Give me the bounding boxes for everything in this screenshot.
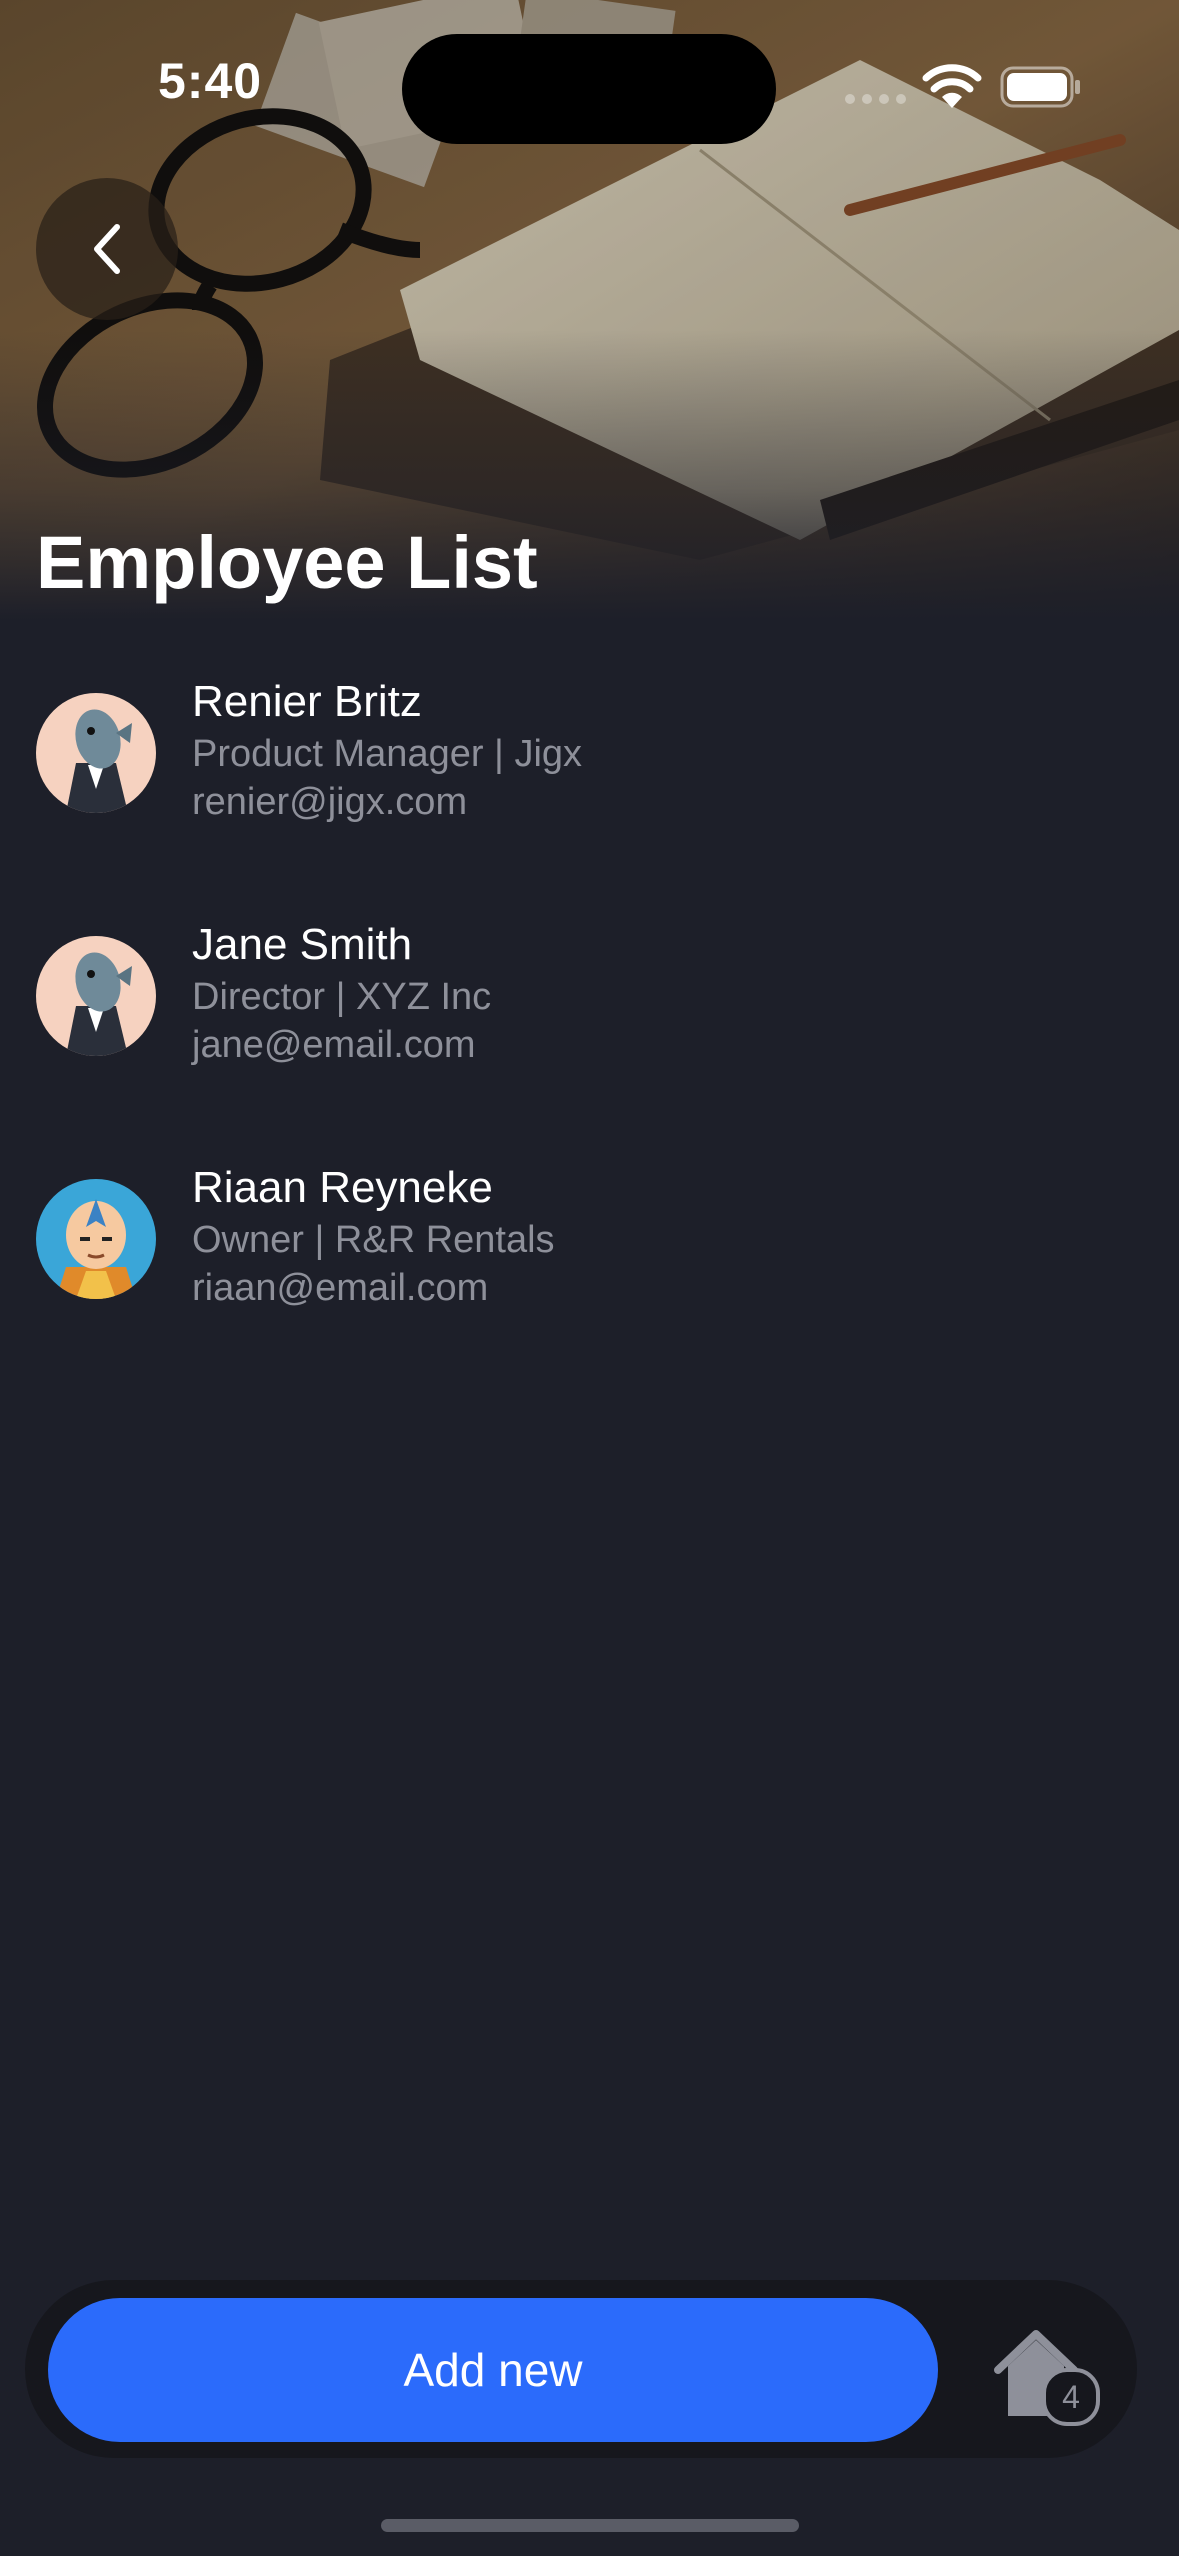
employee-role: Owner | R&R Rentals bbox=[192, 1219, 555, 1261]
list-item[interactable]: Jane Smith Director | XYZ Inc jane@email… bbox=[0, 908, 1179, 1108]
employee-role: Director | XYZ Inc bbox=[192, 976, 492, 1018]
employee-name: Renier Britz bbox=[192, 677, 422, 726]
notification-badge: 4 bbox=[1042, 2368, 1100, 2426]
wifi-icon bbox=[922, 64, 982, 108]
employee-email: jane@email.com bbox=[192, 1024, 476, 1066]
battery-icon bbox=[1000, 66, 1080, 108]
back-button[interactable] bbox=[36, 178, 178, 320]
page-title: Employee List bbox=[36, 521, 538, 604]
avatar bbox=[36, 1179, 156, 1299]
employee-email: riaan@email.com bbox=[192, 1267, 489, 1309]
employee-name: Riaan Reyneke bbox=[192, 1163, 493, 1212]
list-item[interactable]: Riaan Reyneke Owner | R&R Rentals riaan@… bbox=[0, 1151, 1179, 1351]
dynamic-island bbox=[402, 34, 776, 144]
employee-name: Jane Smith bbox=[192, 920, 413, 969]
employee-list-screen: 5:40 Employee List Renier Britz Product … bbox=[0, 0, 1179, 2556]
employee-email: renier@jigx.com bbox=[192, 781, 468, 823]
chevron-left-icon bbox=[94, 224, 120, 274]
avatar bbox=[36, 693, 156, 813]
list-item[interactable]: Renier Britz Product Manager | Jigx reni… bbox=[0, 665, 1179, 865]
employee-role: Product Manager | Jigx bbox=[192, 733, 583, 775]
cellular-icon bbox=[845, 94, 907, 104]
status-time: 5:40 bbox=[158, 53, 263, 109]
home-indicator bbox=[381, 2519, 799, 2532]
add-new-button[interactable]: Add new bbox=[48, 2298, 938, 2442]
avatar bbox=[36, 936, 156, 1056]
